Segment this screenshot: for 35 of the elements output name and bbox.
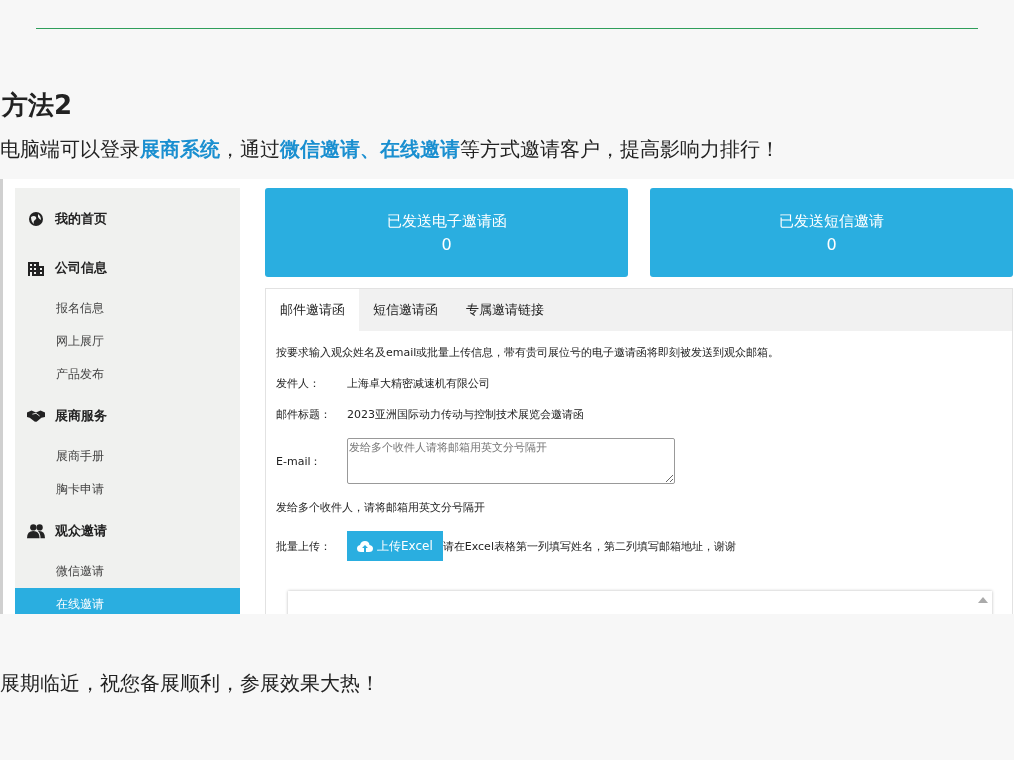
- sidebar-item[interactable]: 展商手册: [15, 440, 240, 473]
- stat-label: 已发送电子邀请函: [386, 211, 507, 231]
- sidebar-item[interactable]: 产品发布: [15, 358, 240, 391]
- sidebar-item[interactable]: 报名信息: [15, 292, 240, 325]
- stat-value: 0: [826, 234, 837, 254]
- email-field[interactable]: 发给多个收件人请将邮箱用英文分号隔开: [347, 438, 675, 484]
- field-label: 邮件标题：: [276, 407, 332, 422]
- stat-value: 0: [441, 234, 452, 254]
- sidebar-section[interactable]: 我的首页: [55, 209, 107, 228]
- closing-text: 展期临近，祝您备展顺利，参展效果大热！: [0, 670, 380, 697]
- stat-label: 已发送短信邀请: [779, 211, 884, 231]
- description-text: 按要求输入观众姓名及email或批量上传信息，带有贵司展位号的电子邀请函将即刻被发送到观众邮箱。: [276, 345, 780, 360]
- tab[interactable]: 短信邀请函: [359, 289, 452, 331]
- cloud-upload-icon: [357, 540, 373, 552]
- field-label: E-mail：: [276, 453, 323, 469]
- intro-paragraph: 电脑端可以登录展商系统，通过微信邀请、在线邀请等方式邀请客户，提高影响力排行！: [0, 136, 780, 163]
- sidebar-section[interactable]: 观众邀请: [55, 521, 107, 540]
- sidebar-item[interactable]: 胸卡申请: [15, 473, 240, 506]
- subject-value: 2023亚洲国际动力传动与控制技术展览会邀请函: [347, 407, 584, 422]
- sidebar-section[interactable]: 展商服务: [55, 406, 107, 425]
- globe-icon: [27, 210, 45, 227]
- sender-value: 上海卓大精密减速机有限公司: [347, 376, 490, 391]
- hint-text: 发给多个收件人，请将邮箱用英文分号隔开: [276, 500, 485, 515]
- building-icon: [27, 259, 45, 276]
- field-label: 批量上传：: [276, 538, 332, 554]
- tab[interactable]: 专属邀请链接: [452, 289, 558, 331]
- sidebar-item[interactable]: 微信邀请: [15, 555, 240, 588]
- scroll-up-icon[interactable]: [978, 597, 988, 603]
- users-icon: [27, 522, 45, 539]
- sidebar-item[interactable]: 网上展厅: [15, 325, 240, 358]
- field-label: 发件人：: [276, 376, 321, 391]
- tab[interactable]: 邮件邀请函: [266, 289, 359, 331]
- section-heading: 方法2: [2, 89, 73, 122]
- upload-note: 请在Excel表格第一列填写姓名，第二列填写邮箱地址，谢谢: [442, 538, 736, 554]
- sidebar-section[interactable]: 公司信息: [55, 258, 107, 277]
